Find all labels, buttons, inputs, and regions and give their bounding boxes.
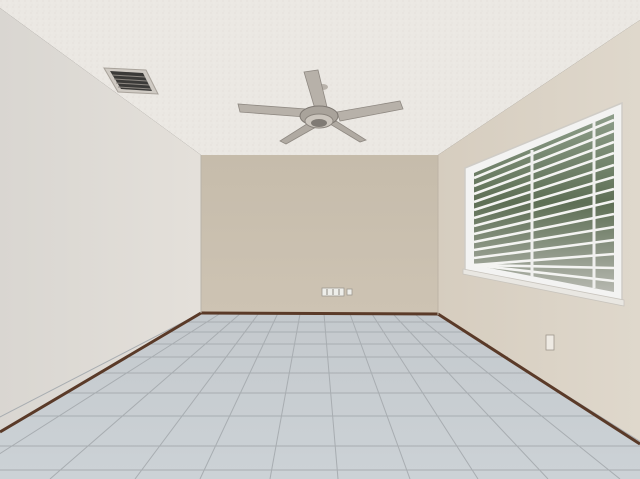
empty-room-photo (0, 0, 640, 479)
room-illustration (0, 0, 640, 479)
right-wall-outlet-icon (545, 334, 555, 351)
back-wall (201, 155, 438, 313)
wall-outlet-icon (321, 287, 353, 297)
